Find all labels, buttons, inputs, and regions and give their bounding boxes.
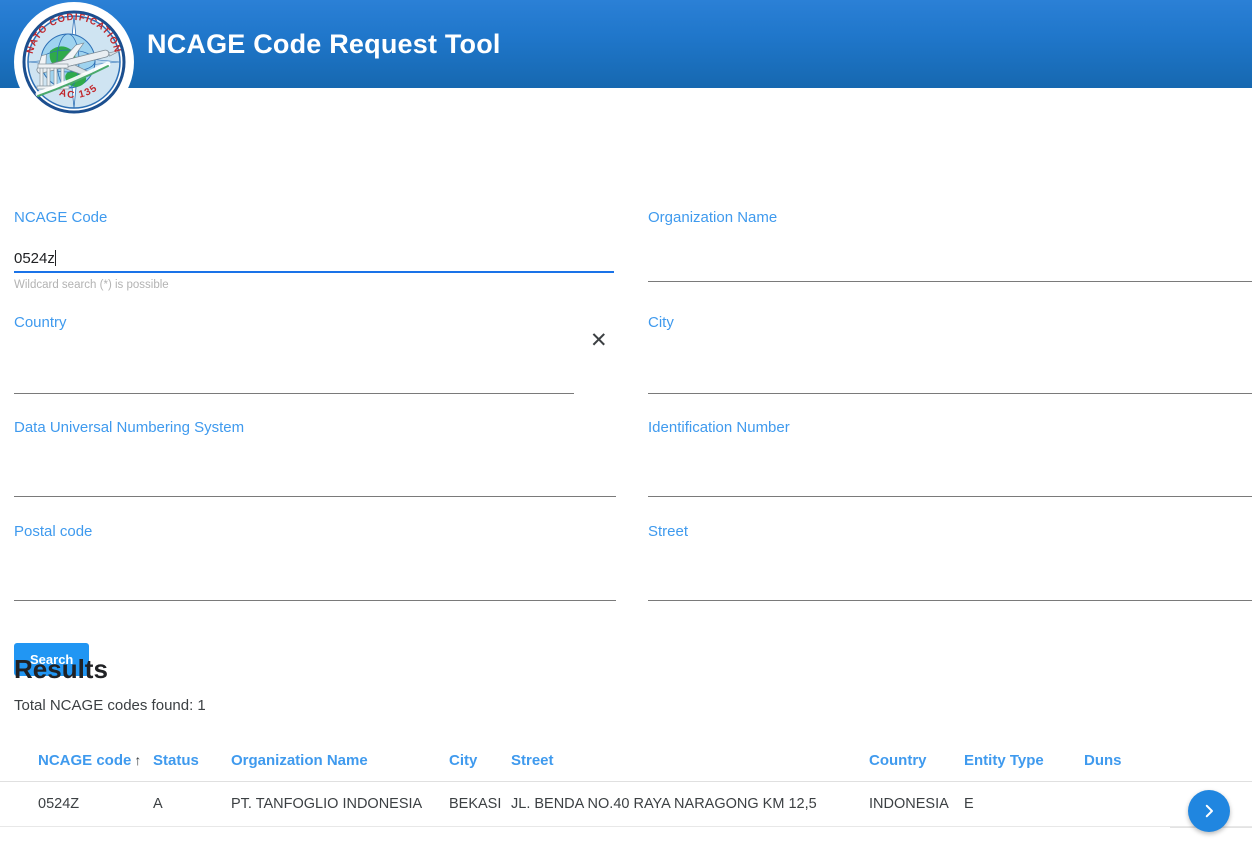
text-caret — [54, 250, 56, 266]
country-underline — [14, 393, 574, 394]
street-underline — [648, 600, 1252, 601]
ncage-code-input[interactable]: 0524z — [14, 247, 614, 271]
close-icon[interactable]: ✕ — [590, 330, 608, 351]
sort-ascending-icon: ↑ — [134, 752, 142, 768]
field-street: Street — [648, 523, 1252, 601]
next-page-fab-button[interactable] — [1188, 790, 1230, 832]
field-postal-code: Postal code — [14, 523, 616, 601]
field-city: City — [648, 314, 1252, 394]
app-header: NATO CODIFICATION AC 135 NCAGE Code Requ… — [0, 0, 1252, 122]
column-header-street[interactable]: Street — [511, 740, 869, 782]
table-header-row: NCAGE code ↑ Status Organization Name Cit… — [0, 740, 1252, 782]
column-header-organization-name[interactable]: Organization Name — [231, 740, 449, 782]
street-input[interactable] — [648, 576, 1252, 600]
table-row[interactable]: 0524Z A PT. TANFOGLIO INDONESIA BEKASI J… — [0, 782, 1252, 827]
postal-code-underline — [14, 600, 616, 601]
cell-street: JL. BENDA NO.40 RAYA NARAGONG KM 12,5 — [511, 796, 817, 812]
column-header-city[interactable]: City — [449, 740, 511, 782]
cell-entity-type: E — [964, 796, 974, 812]
field-label-identification-number: Identification Number — [648, 419, 790, 436]
city-input[interactable] — [648, 369, 1252, 393]
nato-codification-ac135-seal-icon: NATO CODIFICATION AC 135 — [19, 7, 129, 117]
field-label-duns: Data Universal Numbering System — [14, 419, 245, 436]
column-header-duns[interactable]: Duns — [1084, 740, 1252, 782]
identification-number-underline — [648, 496, 1252, 497]
cell-country: INDONESIA — [869, 796, 949, 812]
field-organization-name: Organization Name — [648, 209, 1252, 282]
organization-name-underline — [648, 281, 1252, 282]
organization-name-input[interactable] — [648, 257, 1252, 281]
field-identification-number: Identification Number — [648, 419, 1252, 497]
column-header-country[interactable]: Country — [869, 740, 964, 782]
field-label-postal-code: Postal code — [14, 523, 93, 540]
ncage-code-underline — [14, 271, 614, 273]
column-header-entity-type[interactable]: Entity Type — [964, 740, 1084, 782]
ncage-code-value: 0524z — [14, 250, 55, 267]
column-header-status[interactable]: Status — [153, 740, 231, 782]
ncage-code-hint: Wildcard search (*) is possible — [14, 279, 169, 291]
duns-input[interactable] — [14, 472, 616, 496]
chevron-right-icon — [1205, 804, 1213, 818]
field-label-country: Country — [14, 314, 67, 331]
nato-codification-logo: NATO CODIFICATION AC 135 — [14, 2, 134, 122]
page-title: NCAGE Code Request Tool — [147, 29, 501, 59]
duns-underline — [14, 496, 616, 497]
column-header-ncage-code-label: NCAGE code — [38, 752, 132, 769]
cell-city: BEKASI — [449, 796, 502, 812]
postal-code-input[interactable] — [14, 576, 616, 600]
results-table: NCAGE code ↑ Status Organization Name Cit… — [0, 740, 1252, 827]
results-table-container[interactable]: NCAGE code ↑ Status Organization Name Cit… — [0, 740, 1252, 843]
field-ncage-code: NCAGE Code 0524z Wildcard search (*) is … — [14, 209, 614, 292]
country-input[interactable] — [14, 369, 574, 393]
city-underline — [648, 393, 1252, 394]
field-label-organization-name: Organization Name — [648, 209, 778, 226]
cell-ncage-code: 0524Z — [38, 796, 80, 812]
field-duns: Data Universal Numbering System — [14, 419, 616, 497]
cell-organization-name: PT. TANFOGLIO INDONESIA — [231, 796, 423, 812]
results-count: Total NCAGE codes found: 1 — [14, 697, 206, 714]
field-label-street: Street — [648, 523, 689, 540]
field-label-ncage-code: NCAGE Code — [14, 209, 108, 226]
results-heading: Results — [14, 654, 108, 684]
field-country: Country — [14, 314, 574, 394]
column-header-ncage-code[interactable]: NCAGE code ↑ — [0, 740, 153, 782]
identification-number-input[interactable] — [648, 472, 1252, 496]
field-label-city: City — [648, 314, 674, 331]
cell-status: A — [153, 796, 163, 812]
